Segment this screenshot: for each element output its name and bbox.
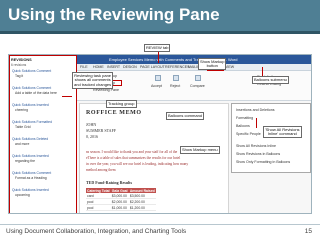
tab-file[interactable]: FILE	[80, 65, 88, 69]
table-header: Amount Raised	[128, 188, 156, 193]
tab-design[interactable]: DESIGN	[123, 65, 137, 69]
compare-button[interactable]: Compare	[190, 84, 205, 88]
tab-references[interactable]: REFERENCES	[165, 65, 190, 69]
callout-line	[62, 96, 72, 97]
tab-home[interactable]: HOME	[93, 65, 104, 69]
slide-footer: Using Document Collaboration, Integratio…	[0, 224, 320, 240]
callout-line	[256, 118, 257, 128]
page-number: 15	[304, 228, 312, 235]
memo-paragraph: eThere is a table of sales that summariz…	[86, 156, 181, 160]
reject-icon[interactable]	[173, 75, 179, 81]
ribbon-tabs: FILE HOME INSERT DESIGN PAGE LAYOUT REFE…	[77, 64, 311, 71]
reviewing-pane-highlight	[9, 55, 77, 213]
memo-heading: ROFFICE MEMO	[86, 110, 142, 116]
memo-line: JOHN	[86, 122, 97, 127]
table-header: Gala Goal	[110, 188, 129, 193]
callout-line	[158, 52, 159, 63]
tab-page-layout[interactable]: PAGE LAYOUT	[140, 65, 165, 69]
memo-paragraph: ns season. I would like to thank you and…	[86, 150, 178, 154]
menu-item[interactable]: Insertions and Deletions	[236, 108, 275, 112]
menu-item-show-all-inline[interactable]: Show All Revisions Inline	[236, 144, 276, 148]
menu-item-balloons[interactable]: Balloons	[236, 124, 250, 128]
document-page[interactable]: ROFFICE MEMO JOHN SUMMER STAFF 0, 2016 n…	[79, 103, 229, 213]
callout-reviewing-pane: Reviewing task pane shows all comments and…	[72, 72, 114, 89]
callout-show-markup-button: Show Markup button	[198, 58, 227, 71]
word-titlebar: Employee Services Memo with Comments and…	[77, 55, 311, 64]
menu-item[interactable]: Show Revisions in Balloons	[236, 152, 280, 156]
menu-item[interactable]: Show Only Formatting in Balloons	[236, 160, 290, 164]
menu-item[interactable]: Specific People	[236, 132, 261, 136]
callout-show-all-inline: 'Show All Revisions Inline' command	[263, 126, 302, 139]
callout-balloons-submenu: Balloons submenu	[252, 76, 289, 84]
accept-icon[interactable]	[155, 75, 161, 81]
reject-button[interactable]: Reject	[170, 84, 180, 88]
memo-paragraph: method among them	[86, 168, 116, 172]
results-table: Catering Total Gala Goal Amount Raised c…	[86, 188, 156, 211]
callout-tracking-group: Tracking group	[106, 100, 137, 108]
callout-review-tab: REVIEW tab	[144, 44, 171, 52]
memo-paragraph: in over the year, you will see our hotel…	[86, 162, 189, 166]
slide-title-bar: Using the Reviewing Pane	[0, 0, 320, 34]
accept-button[interactable]: Accept	[151, 84, 162, 88]
table-row: pool $1,000.00 $1,200.00	[86, 204, 156, 211]
callout-balloons-command: Balloons command	[166, 112, 205, 120]
table-header: Catering Total	[86, 188, 111, 193]
slide-title: Using the Reviewing Pane	[8, 5, 220, 24]
table-title: TED Fund-Raising Results	[86, 180, 133, 185]
memo-line: 0, 2016	[86, 134, 98, 139]
menu-item[interactable]: Formatting	[236, 116, 253, 120]
table-cell: pool	[86, 204, 111, 211]
footer-text: Using Document Collaboration, Integratio…	[6, 228, 187, 235]
table-cell: $1,200.00	[128, 204, 156, 211]
callout-show-markup-menu: Show Markup menu	[180, 146, 220, 154]
compare-icon[interactable]	[195, 75, 201, 81]
tab-insert[interactable]: INSERT	[107, 65, 120, 69]
table-cell: $1,000.00	[110, 204, 129, 211]
memo-line: SUMMER STAFF	[86, 128, 117, 133]
